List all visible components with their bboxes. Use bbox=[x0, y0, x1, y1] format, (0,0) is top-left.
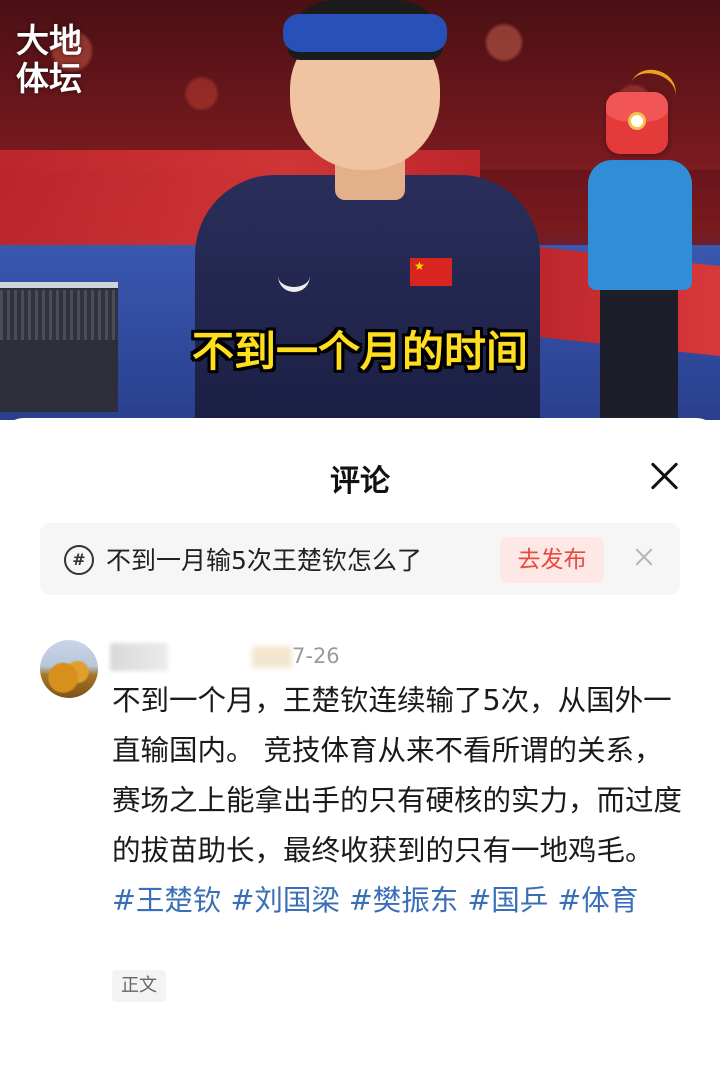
hashtag-link[interactable]: #体育 bbox=[557, 884, 638, 917]
publish-button[interactable]: 去发布 bbox=[500, 537, 604, 583]
topic-text[interactable]: 不到一月输5次王楚钦怎么了 bbox=[106, 541, 422, 577]
close-icon[interactable] bbox=[648, 460, 680, 492]
hashtag-link[interactable]: #王楚钦 bbox=[112, 884, 221, 917]
hashtag-link[interactable]: #樊振东 bbox=[349, 884, 458, 917]
comment-sheet: 评论 # 不到一月输5次王楚钦怎么了 去发布 7-26 不到一个月，王楚钦连续输… bbox=[0, 418, 720, 1065]
dismiss-icon[interactable] bbox=[632, 545, 656, 569]
meta-redacted bbox=[252, 646, 292, 668]
red-packet-icon[interactable] bbox=[606, 92, 668, 154]
hashtag-icon: # bbox=[64, 545, 94, 575]
hashtag-link[interactable]: #国乒 bbox=[467, 884, 548, 917]
video-subtitle: 不到一个月的时间 bbox=[191, 327, 528, 376]
hashtag-link[interactable]: #刘国梁 bbox=[230, 884, 339, 917]
channel-watermark: 大地体坛 bbox=[16, 21, 82, 98]
referee-figure bbox=[588, 150, 692, 420]
comment-date: 7-26 bbox=[292, 644, 340, 668]
sheet-title: 评论 bbox=[330, 464, 390, 499]
video-player[interactable]: 大地体坛 不到一个月的时间 bbox=[0, 0, 720, 420]
topic-suggestion-bar[interactable]: # 不到一月输5次王楚钦怎么了 去发布 bbox=[40, 523, 680, 595]
china-flag-icon bbox=[410, 258, 452, 286]
avatar[interactable] bbox=[40, 640, 98, 698]
content-type-label: 正文 bbox=[112, 970, 166, 1002]
username-redacted[interactable] bbox=[110, 643, 168, 671]
comment-text: 不到一个月，王楚钦连续输了5次，从国外一直输国内。 竞技体育从来不看所谓的关系，… bbox=[112, 676, 684, 926]
comment-main-text: 不到一个月，王楚钦连续输了5次，从国外一直输国内。 竞技体育从来不看所谓的关系，… bbox=[112, 684, 683, 867]
